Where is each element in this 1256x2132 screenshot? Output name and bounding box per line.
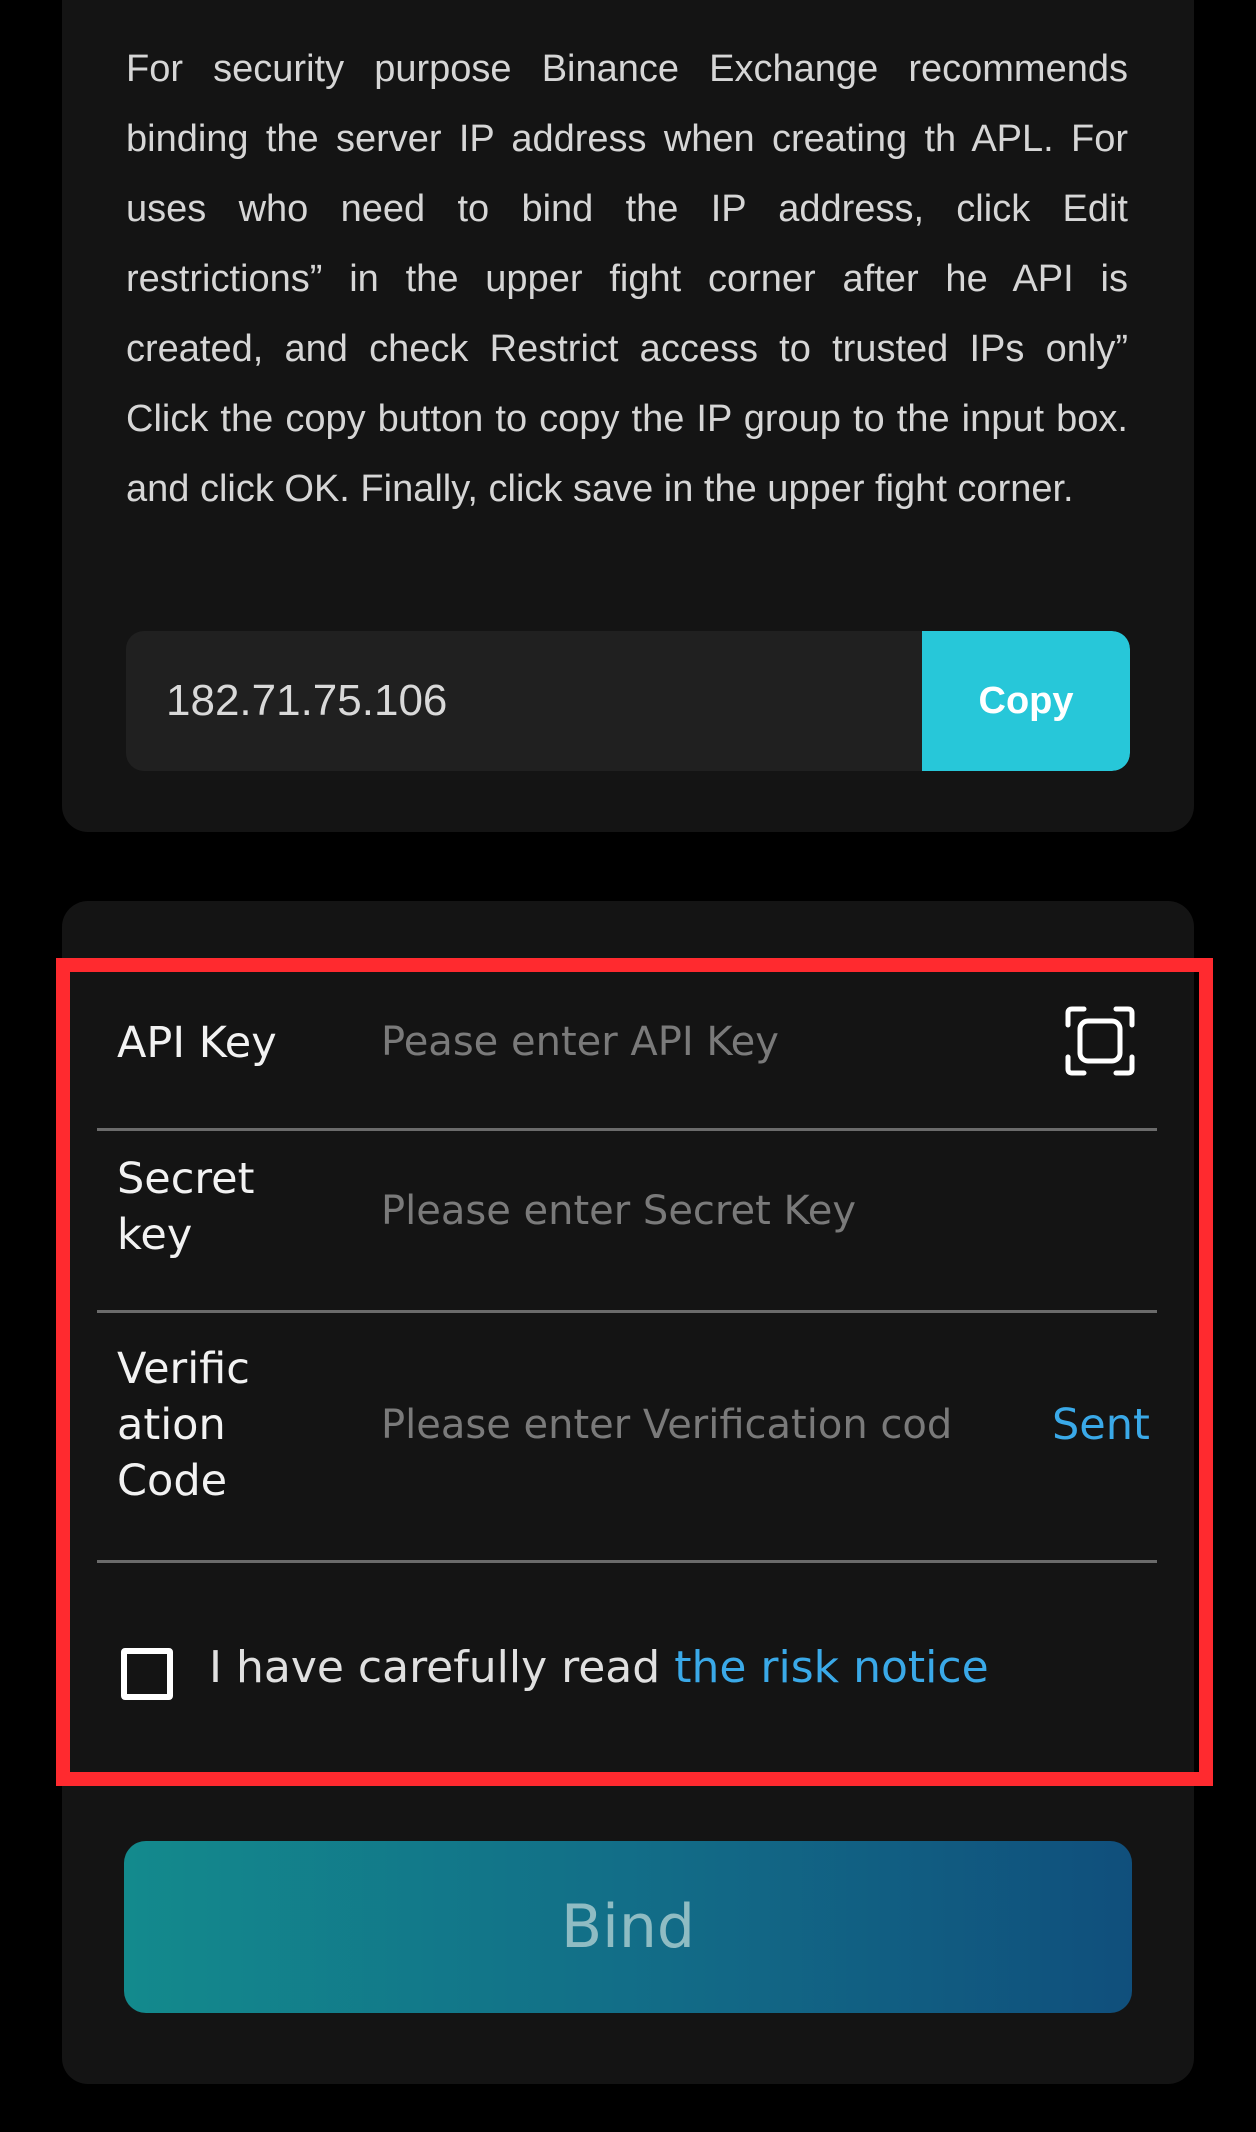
verification-code-row: Verification Code Sent	[97, 1313, 1157, 1547]
verification-code-label: Verification Code	[117, 1344, 250, 1506]
security-notice-text: For security purpose Binance Exchange re…	[126, 48, 1128, 510]
divider	[97, 1560, 1157, 1563]
copy-button[interactable]: Copy	[922, 631, 1130, 771]
ip-address-value: 182.71.75.106	[166, 676, 448, 725]
risk-agreement-row: I have carefully read the risk notice	[121, 1635, 1121, 1705]
api-key-input[interactable]	[381, 1012, 1021, 1072]
verification-code-input[interactable]	[381, 1395, 951, 1455]
api-key-label: API Key	[117, 1018, 277, 1068]
risk-agreement-checkbox[interactable]	[121, 1648, 173, 1700]
risk-agreement-label: I have carefully read	[209, 1642, 675, 1693]
secret-key-row: Secret key	[97, 1131, 1157, 1294]
secret-key-label: Secret key	[117, 1154, 255, 1260]
risk-notice-link[interactable]: the risk notice	[674, 1642, 988, 1693]
bind-button[interactable]: Bind	[124, 1841, 1132, 2013]
ip-group-row: 182.71.75.106 Copy	[126, 631, 1130, 771]
api-key-row: API Key	[97, 985, 1157, 1128]
scan-icon[interactable]	[1064, 1005, 1136, 1077]
send-code-button[interactable]: Sent	[1052, 1397, 1150, 1453]
risk-agreement-text: I have carefully read the risk notice	[209, 1635, 989, 1701]
secret-key-input[interactable]	[381, 1181, 1021, 1241]
